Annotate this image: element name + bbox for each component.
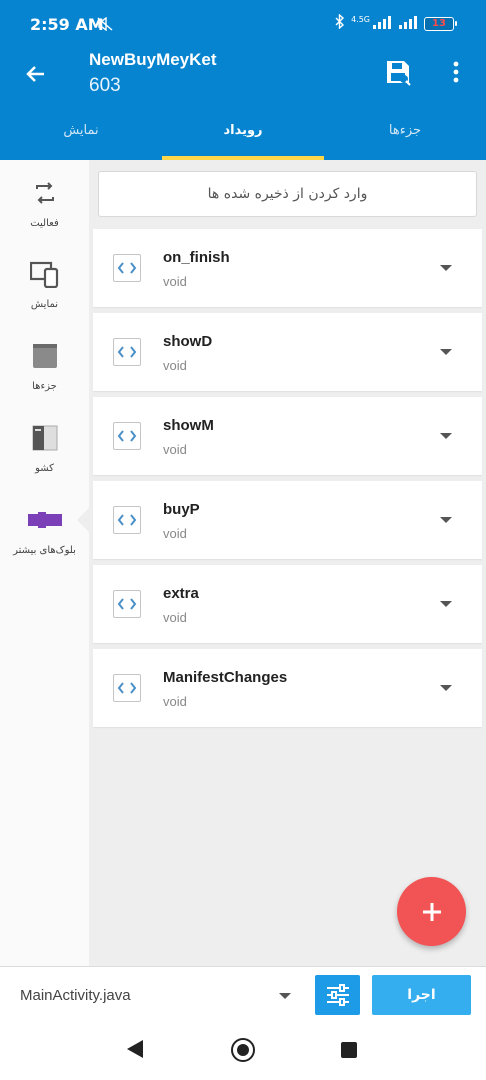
sidebar-item-label: بلوک‌های بیشتر (13, 545, 76, 556)
sidebar-item-drawer[interactable]: کشو (0, 423, 89, 503)
project-title: NewBuyMeyKet (89, 50, 217, 69)
side-palette: فعالیت نمایش جزءها کشو بلوک‌های بیشتر (0, 160, 90, 966)
expand-arrow-icon[interactable] (440, 601, 452, 607)
expand-arrow-icon[interactable] (440, 349, 452, 355)
expand-arrow-icon[interactable] (440, 265, 452, 271)
more-blocks-icon (25, 505, 65, 535)
battery-level: 13 (432, 18, 446, 29)
expand-arrow-icon[interactable] (440, 433, 452, 439)
bluetooth-icon (335, 13, 345, 33)
app-bar: NewBuyMeyKet 603 نمایش رویداد جزءها (0, 44, 486, 160)
code-braces-icon (113, 338, 141, 366)
mute-icon (97, 16, 113, 35)
nav-back-icon[interactable] (127, 1040, 143, 1058)
tune-icon (326, 984, 349, 1006)
event-name: buyP (163, 501, 200, 518)
file-selector[interactable]: MainActivity.java (20, 987, 131, 1004)
back-button[interactable] (18, 56, 54, 92)
event-name: showM (163, 417, 214, 434)
sidebar-item-view[interactable]: نمایش (0, 259, 89, 339)
bottom-bar: MainActivity.java اجرا (0, 966, 486, 1026)
code-braces-icon (113, 422, 141, 450)
system-nav-bar (0, 1026, 486, 1080)
event-card[interactable]: on_finish void (93, 229, 482, 307)
status-time: 2:59 AM (30, 15, 104, 34)
status-indicators: 4.5G 13 (335, 13, 457, 33)
sidebar-item-label: فعالیت (30, 218, 59, 229)
refresh-icon (30, 178, 60, 208)
event-name: on_finish (163, 249, 230, 266)
expand-arrow-icon[interactable] (440, 517, 452, 523)
event-name: extra (163, 585, 199, 602)
event-card[interactable]: showM void (93, 397, 482, 475)
import-saved-input[interactable] (99, 172, 476, 216)
event-type: void (163, 610, 187, 625)
tab-view[interactable]: نمایش (0, 112, 162, 160)
battery-icon: 13 (424, 16, 457, 31)
event-name: showD (163, 333, 213, 350)
sidebar-item-label: جزءها (32, 381, 57, 392)
plus-icon (422, 902, 441, 921)
save-button[interactable] (382, 56, 414, 88)
code-braces-icon (113, 506, 141, 534)
code-braces-icon (113, 254, 141, 282)
event-card[interactable]: extra void (93, 565, 482, 643)
nav-home-icon[interactable] (231, 1038, 255, 1062)
sidebar-item-more-blocks[interactable]: بلوک‌های بیشتر (0, 505, 89, 585)
event-list: on_finish void showD void showM void buy… (93, 229, 482, 733)
event-type: void (163, 526, 187, 541)
arrow-back-icon (26, 66, 44, 82)
event-name: ManifestChanges (163, 669, 288, 686)
event-type: void (163, 358, 187, 373)
more-options-button[interactable] (442, 56, 470, 88)
selection-pointer (77, 507, 90, 533)
devices-icon (30, 259, 60, 289)
status-bar: 2:59 AM 4.5G 13 (0, 0, 486, 44)
event-card[interactable]: showD void (93, 313, 482, 391)
sidebar-item-label: نمایش (30, 299, 59, 310)
drawer-icon (30, 423, 60, 453)
network-type: 4.5G (351, 15, 370, 24)
more-vert-icon (453, 61, 459, 83)
expand-arrow-icon[interactable] (440, 685, 452, 691)
tab-components[interactable]: جزءها (324, 112, 486, 160)
code-braces-icon (113, 674, 141, 702)
event-card[interactable]: buyP void (93, 481, 482, 559)
code-braces-icon (113, 590, 141, 618)
save-icon (387, 61, 411, 86)
event-type: void (163, 694, 187, 709)
sidebar-item-components[interactable]: جزءها (0, 341, 89, 421)
signal-icon-2 (398, 14, 418, 33)
nav-recents-icon[interactable] (341, 1042, 357, 1058)
settings-button[interactable] (315, 975, 360, 1015)
event-card[interactable]: ManifestChanges void (93, 649, 482, 727)
signal-icon (372, 14, 392, 33)
sidebar-item-label: کشو (35, 463, 54, 474)
event-type: void (163, 274, 187, 289)
tab-bar: نمایش رویداد جزءها (0, 112, 486, 160)
project-id: 603 (89, 75, 121, 96)
sidebar-item-activity[interactable]: فعالیت (0, 178, 89, 258)
event-type: void (163, 442, 187, 457)
tab-event[interactable]: رویداد (162, 112, 324, 160)
chevron-down-icon[interactable] (279, 993, 291, 999)
run-button[interactable]: اجرا (372, 975, 471, 1015)
add-button[interactable] (397, 877, 466, 946)
search-box[interactable] (98, 171, 477, 217)
component-icon (30, 341, 60, 371)
